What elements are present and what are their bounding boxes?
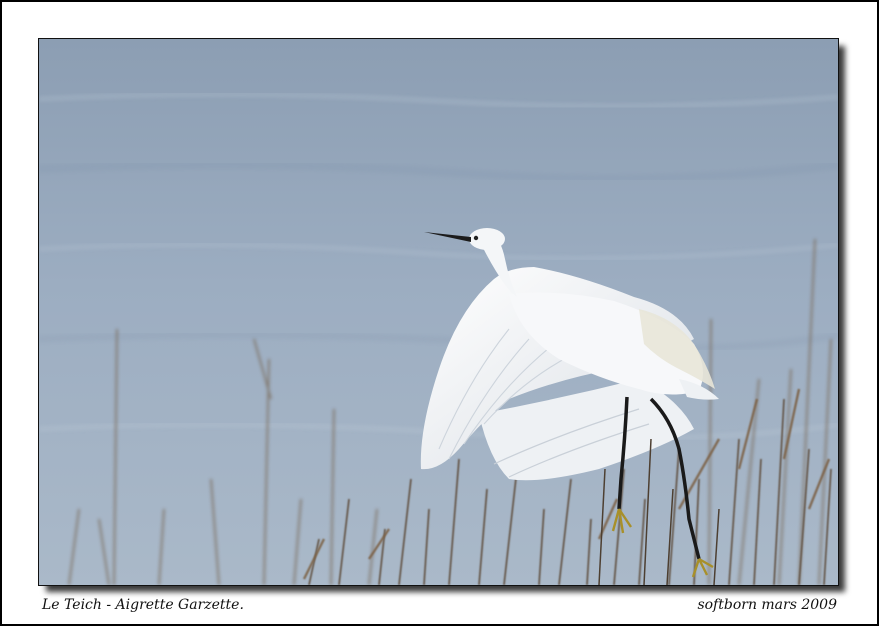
caption-location: Le Teich - Aigrette Garzette. xyxy=(42,597,244,613)
water-background xyxy=(39,39,838,585)
egret-eye xyxy=(473,235,479,241)
caption-credit: softborn mars 2009 xyxy=(697,597,837,613)
photograph xyxy=(38,38,839,586)
egret-photo-image xyxy=(39,39,838,585)
